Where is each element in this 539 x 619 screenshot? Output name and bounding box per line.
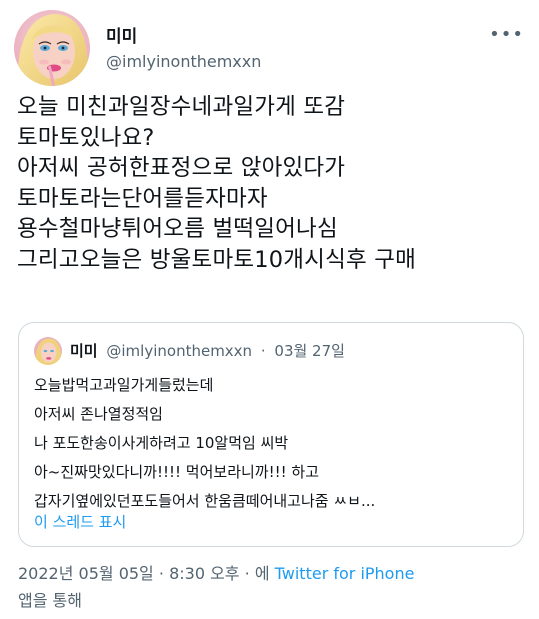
quoted-author-handle: @imlyinonthemxxn: [106, 342, 253, 360]
via-suffix: 앱을 통해: [18, 591, 82, 610]
tweet-line: 아저씨 공허한표정으로 앉아있다가: [17, 155, 346, 182]
tweet-date[interactable]: 2022년 05월 05일: [18, 564, 154, 583]
quoted-tweet-text: 오늘밥먹고과일가게들렀는데 아저씨 존나열정적임 나 포도한송이사게하려고 10…: [34, 371, 375, 516]
quoted-tweet-header: 미미 @imlyinonthemxxn · 03월 27일: [70, 340, 345, 361]
quoted-date: 03월 27일: [274, 342, 345, 360]
tweet-footer: 2022년 05월 05일 · 8:30 오후 · 에 Twitter for …: [18, 560, 523, 614]
quoted-barbie-avatar-icon: [34, 337, 62, 365]
show-thread-link[interactable]: 이 스레드 표시: [34, 511, 126, 532]
author-name[interactable]: 미미: [106, 22, 137, 47]
quoted-line: 나 포도한송이사게하려고 10알먹임 씨박: [34, 434, 289, 452]
footer-separator: ·: [244, 564, 250, 583]
quoted-author-name: 미미: [70, 342, 98, 360]
tweet-line: 용수철마냥튀어오름 벌떡일어나심: [17, 216, 338, 243]
author-handle[interactable]: @imlyinonthemxxn: [106, 52, 261, 71]
tweet-line: 오늘 미친과일장수네과일가게 또감: [17, 94, 346, 120]
footer-separator: ·: [158, 564, 164, 583]
tweet-text: 오늘 미친과일장수네과일가게 또감 토마토있나요? 아저씨 공허한표정으로 앉아…: [17, 92, 527, 276]
quoted-line: 오늘밥먹고과일가게들렀는데: [34, 376, 214, 394]
tweet-line: 토마토라는단어를듣자마자: [17, 185, 268, 212]
quoted-separator: ·: [260, 342, 266, 360]
source-link[interactable]: Twitter for iPhone: [275, 564, 415, 583]
quoted-tweet-card[interactable]: 미미 @imlyinonthemxxn · 03월 27일 오늘밥먹고과일가게들…: [18, 322, 524, 547]
tweet-line: 그리고오늘은 방울토마토10개시식후 구매: [17, 246, 417, 273]
quoted-line: 아~진짜맛있다니까!!!! 먹어보라니까!!! 하고: [34, 463, 319, 481]
more-options-icon[interactable]: •••: [489, 24, 524, 45]
quoted-line: 아저씨 존나열정적임: [34, 405, 163, 423]
via-prefix: 에: [254, 564, 270, 583]
tweet-time[interactable]: 8:30 오후: [169, 564, 239, 583]
barbie-avatar-icon[interactable]: [14, 10, 90, 86]
tweet-line: 토마토있나요?: [17, 124, 155, 151]
tweet-header: 미미 @imlyinonthemxxn •••: [14, 10, 524, 88]
